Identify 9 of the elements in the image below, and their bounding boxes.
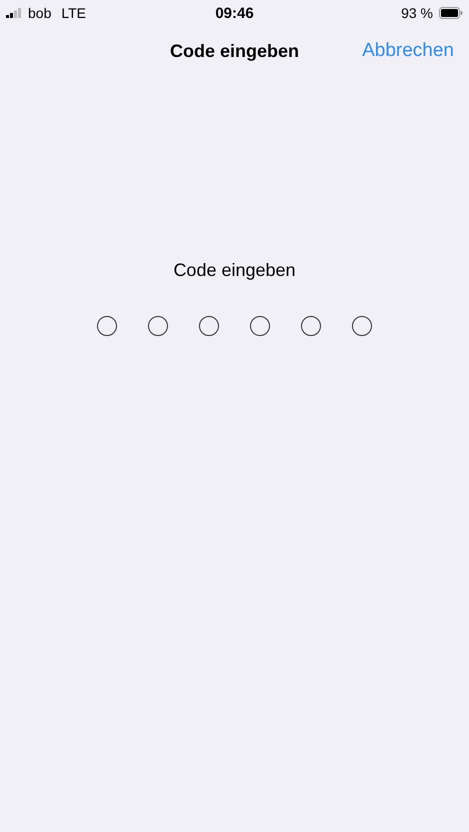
battery-percent: 93 % — [401, 5, 433, 21]
cancel-button[interactable]: Abbrechen — [362, 40, 454, 62]
screen-title: Code eingeben — [170, 40, 299, 62]
battery-icon — [439, 7, 463, 19]
carrier-name: bob — [28, 5, 52, 21]
signal-icon — [6, 8, 22, 18]
clock-time: 09:46 — [215, 4, 254, 22]
code-prompt: Code eingeben — [173, 260, 296, 281]
network-type: LTE — [61, 5, 86, 21]
